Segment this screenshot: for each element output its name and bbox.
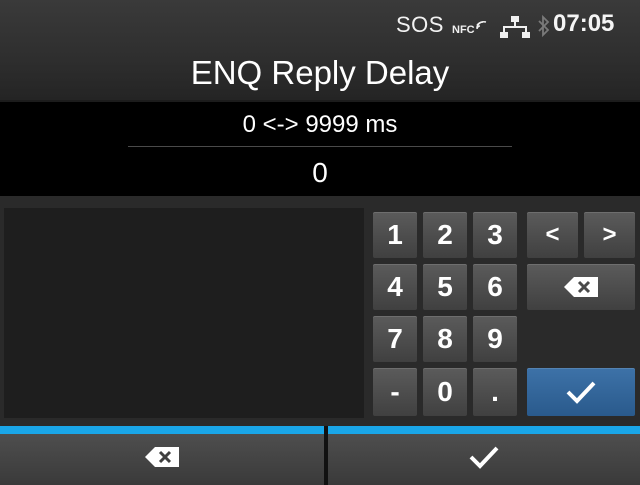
- range-label: 0 <-> 9999 ms: [242, 111, 398, 138]
- svg-text:NFC: NFC: [452, 24, 475, 36]
- key-2[interactable]: 2: [423, 212, 467, 258]
- enter-button[interactable]: [527, 368, 635, 416]
- footer-cancel-button[interactable]: [0, 434, 324, 485]
- clock: 07:05: [553, 10, 615, 37]
- nfc-icon: NFC: [452, 17, 490, 37]
- range-bar: 0 <-> 9999 ms: [0, 102, 640, 148]
- status-bar: SOS NFC 07:05: [0, 0, 640, 44]
- cursor-left-button[interactable]: <: [527, 212, 578, 258]
- key-4[interactable]: 4: [373, 264, 417, 310]
- backspace-icon: [145, 447, 179, 472]
- check-icon: [469, 445, 499, 474]
- key-8[interactable]: 8: [423, 316, 467, 362]
- footer-accent-right: [328, 426, 640, 434]
- check-icon: [566, 380, 596, 404]
- key-0[interactable]: 0: [423, 368, 467, 416]
- key-3[interactable]: 3: [473, 212, 517, 258]
- value-display: 0: [312, 157, 328, 188]
- key-dot[interactable]: .: [473, 368, 517, 416]
- key-1[interactable]: 1: [373, 212, 417, 258]
- backspace-icon: [564, 277, 598, 297]
- cursor-right-button[interactable]: >: [584, 212, 635, 258]
- page-title: ENQ Reply Delay: [190, 54, 450, 91]
- divider: [128, 146, 512, 147]
- key-7[interactable]: 7: [373, 316, 417, 362]
- key-6[interactable]: 6: [473, 264, 517, 310]
- backspace-button[interactable]: [527, 264, 635, 310]
- network-icon: [500, 15, 530, 39]
- sos-indicator: SOS: [396, 12, 444, 37]
- value-field[interactable]: 0: [0, 148, 640, 196]
- empty-panel: [4, 208, 364, 418]
- key-5[interactable]: 5: [423, 264, 467, 310]
- key-minus[interactable]: -: [373, 368, 417, 416]
- key-9[interactable]: 9: [473, 316, 517, 362]
- footer-confirm-button[interactable]: [328, 434, 640, 485]
- screen: SOS NFC 07:05 ENQ Reply Delay 0 <-> 9999…: [0, 0, 640, 485]
- footer-accent-left: [0, 426, 324, 434]
- bluetooth-icon: [537, 14, 551, 38]
